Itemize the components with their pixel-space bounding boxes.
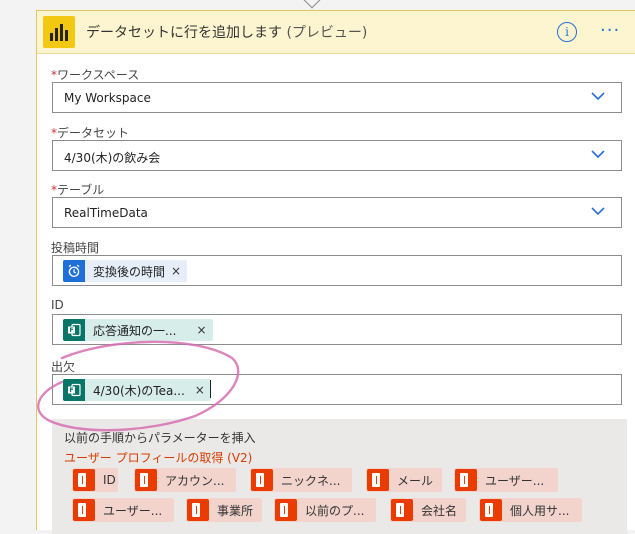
param-chip[interactable]: メール (366, 468, 442, 492)
attend-input[interactable]: F 4/30(木)のTea... × (52, 374, 622, 405)
remove-token-button[interactable]: × (182, 323, 212, 337)
alarm-clock-icon (63, 260, 85, 282)
attend-label: 出欠 (51, 360, 76, 374)
chevron-down-icon (591, 150, 605, 159)
attend-token-label: 4/30(木)のTea... (93, 383, 185, 398)
param-chip[interactable]: ユーザー... (454, 468, 558, 492)
action-header[interactable]: データセットに行を追加します (プレビュー) i ··· (37, 11, 635, 54)
dataset-label: *データセット (51, 126, 130, 140)
posttime-label: 投稿時間 (51, 241, 100, 255)
office-icon (73, 469, 95, 491)
office-icon (455, 469, 477, 491)
posttime-token[interactable]: 変換後の時間 × (63, 260, 188, 282)
param-chip[interactable]: ID (72, 468, 118, 492)
forms-icon: F (63, 319, 85, 341)
text-cursor (210, 380, 211, 398)
dataset-value: 4/30(木)の飲み会 (64, 151, 161, 165)
param-chip[interactable]: アカウン... (134, 468, 236, 492)
param-chip[interactable]: ユーザー... (72, 498, 174, 522)
table-label: *テーブル (51, 183, 105, 197)
attend-token[interactable]: F 4/30(木)のTea... × (63, 379, 211, 401)
office-icon (367, 469, 389, 491)
remove-token-button[interactable]: × (191, 383, 211, 397)
dynamic-content-panel: 以前の手順からパラメーターを挿入 ユーザー プロフィールの取得 (V2) ID … (52, 419, 627, 534)
id-label: ID (51, 298, 64, 312)
office-icon (251, 469, 273, 491)
id-input[interactable]: F 応答通知の一... × (52, 314, 622, 345)
info-icon[interactable]: i (557, 22, 577, 42)
office-icon (187, 499, 209, 521)
param-chip[interactable]: 事業所 (186, 498, 262, 522)
chevron-down-icon (591, 92, 605, 101)
office-icon (391, 499, 413, 521)
workspace-label: *ワークスペース (51, 68, 140, 82)
flow-connector-arrow (303, 0, 321, 9)
posttime-token-label: 変換後の時間 (93, 264, 166, 279)
remove-token-button[interactable]: × (171, 264, 187, 278)
svg-text:F: F (69, 387, 73, 394)
dataset-dropdown[interactable]: 4/30(木)の飲み会 (52, 140, 622, 171)
id-token-label: 応答通知の一... (93, 323, 177, 338)
param-chip[interactable]: ニックネ... (250, 468, 352, 492)
param-chip[interactable]: 個人用サ... (479, 498, 582, 522)
workspace-dropdown[interactable]: My Workspace (52, 82, 622, 113)
office-icon (480, 499, 502, 521)
more-icon[interactable]: ··· (600, 20, 620, 41)
posttime-input[interactable]: 変換後の時間 × (52, 255, 622, 286)
action-card: データセットに行を追加します (プレビュー) i ··· *ワークスペース My… (36, 10, 635, 534)
id-token[interactable]: F 応答通知の一... × (63, 319, 213, 341)
svg-text:F: F (69, 327, 73, 334)
action-title: データセットに行を追加します (プレビュー) (86, 25, 368, 41)
param-chip[interactable]: 会社名 (390, 498, 466, 522)
chevron-down-icon (591, 207, 605, 216)
table-dropdown[interactable]: RealTimeData (52, 197, 622, 228)
panel-title: 以前の手順からパラメーターを挿入 (64, 431, 256, 445)
office-icon (73, 499, 95, 521)
office-icon (135, 469, 157, 491)
workspace-value: My Workspace (64, 91, 151, 105)
forms-icon: F (63, 379, 85, 401)
powerbi-logo-icon (43, 16, 75, 48)
office-icon (275, 499, 297, 521)
panel-source-link[interactable]: ユーザー プロフィールの取得 (V2) (64, 449, 252, 466)
param-chip[interactable]: 以前のプ... (274, 498, 376, 522)
table-value: RealTimeData (64, 206, 148, 220)
